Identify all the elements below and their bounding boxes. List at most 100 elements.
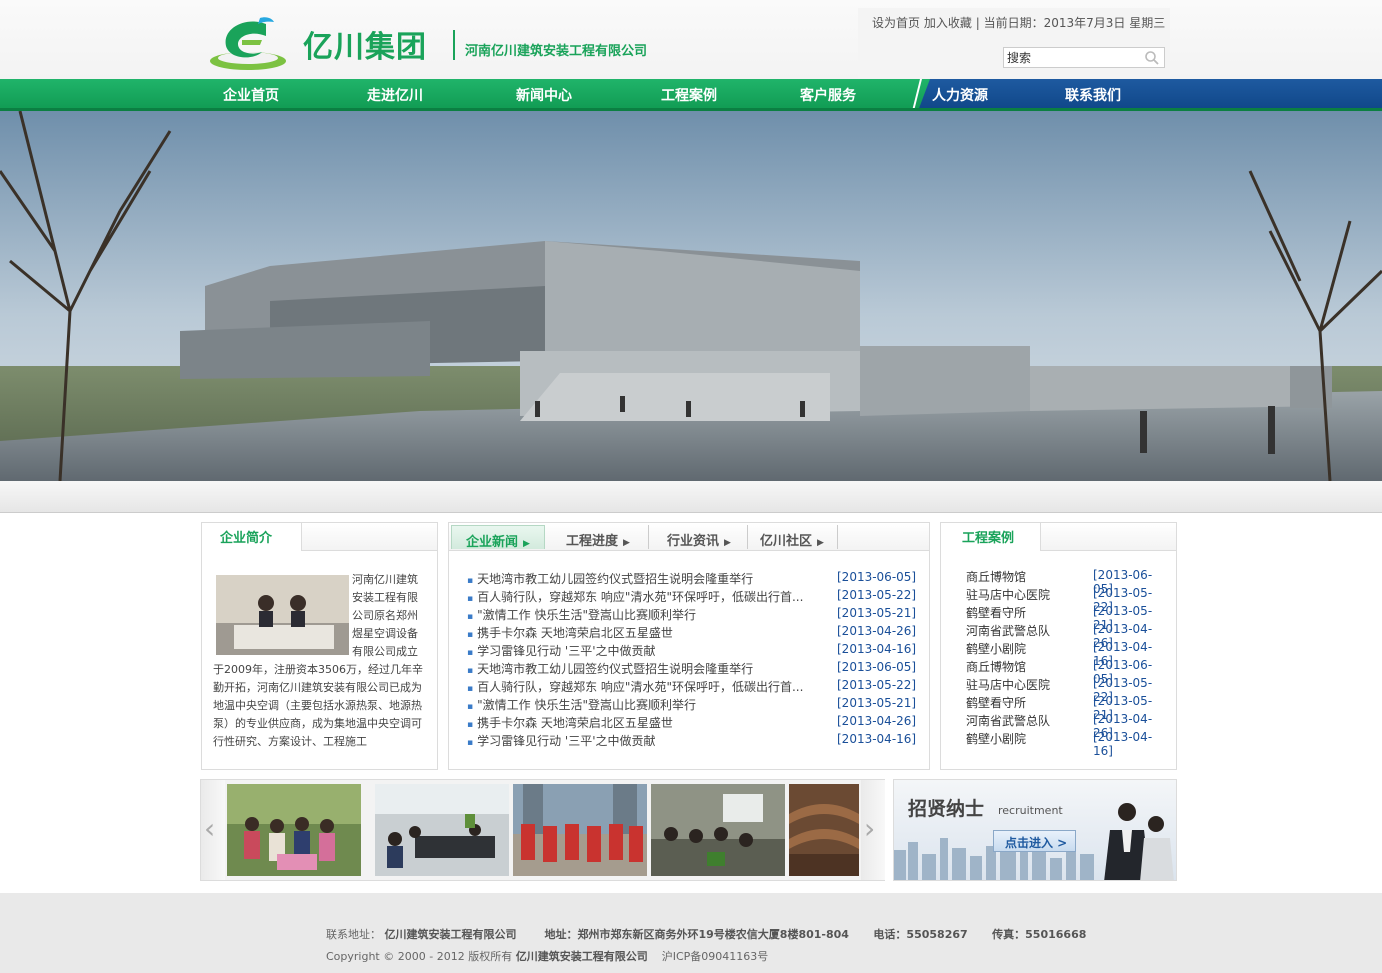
case-row: 鹤壁小剧院 [2013-04-16]: [966, 639, 1166, 668]
nav-item-about[interactable]: 走进亿川: [367, 85, 423, 105]
nav-item-news[interactable]: 新闻中心: [516, 85, 572, 105]
case-row: 商丘博物馆 [2013-06-05]: [966, 657, 1166, 686]
logo-mark-icon: [210, 17, 286, 70]
news-date: [2013-05-22]: [837, 588, 917, 602]
tab-industry-info[interactable]: 行业资讯 ▶: [649, 525, 748, 549]
news-row: 学习雷锋见行动 '三平'之中做贡献 [2013-04-16]: [467, 641, 927, 659]
recruitment-title: 招贤纳士: [908, 798, 985, 820]
news-row: 携手卡尔森 天地湾荣启北区五星盛世 [2013-04-26]: [467, 623, 927, 641]
news-row: 携手卡尔森 天地湾荣启北区五星盛世 [2013-04-26]: [467, 713, 927, 731]
about-panel-head: 企业简介: [202, 523, 437, 551]
recruitment-enter-button[interactable]: 点击进入 >: [993, 830, 1076, 852]
footer-phone: 电话：55058267: [873, 928, 968, 941]
tab-project-progress[interactable]: 工程进度 ▶: [548, 525, 649, 549]
news-title[interactable]: 携手卡尔森 天地湾荣启北区五星盛世: [467, 714, 812, 731]
case-name[interactable]: 鹤壁小剧院: [966, 640, 1026, 657]
case-name[interactable]: 鹤壁看守所: [966, 694, 1026, 711]
news-row: 天地湾市教工幼儿园签约仪式暨招生说明会隆重举行 [2013-06-05]: [467, 569, 927, 587]
gallery-photo-1[interactable]: [227, 784, 361, 876]
news-date: [2013-06-05]: [837, 660, 917, 674]
tab-arrow-icon: ▶: [724, 538, 731, 548]
news-date: [2013-04-26]: [837, 714, 917, 728]
gallery-prev-button[interactable]: ‹: [201, 780, 225, 880]
footer-copyright-line: Copyright © 2000 - 2012 版权所有 亿川建筑安装工程有限公…: [326, 948, 768, 964]
case-list: 商丘博物馆 [2013-06-05] 驻马店中心医院 [2013-05-22] 鹤壁…: [966, 567, 1166, 758]
footer-contact-line: 联系地址： 亿川建筑安装工程有限公司 地址：郑州市郑东新区商务外环19号楼农信大…: [326, 926, 1086, 942]
add-favorite-link[interactable]: 加入收藏: [924, 16, 972, 30]
tab-arrow-icon: ▶: [623, 538, 630, 548]
news-title[interactable]: 百人骑行队，穿越郑东 响应"清水苑"环保呼吁，低碳出行首...: [467, 678, 812, 695]
case-name[interactable]: 驻马店中心医院: [966, 586, 1050, 603]
case-name[interactable]: 鹤壁看守所: [966, 604, 1026, 621]
news-title[interactable]: 学习雷锋见行动 '三平'之中做贡献: [467, 732, 812, 749]
footer-address-label: 联系地址：: [326, 928, 381, 941]
logo-subtitle: 河南亿川建筑安装工程有限公司: [465, 44, 648, 59]
news-row: "激情工作 快乐生活"登嵩山比赛顺利举行 [2013-05-21]: [467, 695, 927, 713]
gallery-photo-3[interactable]: [513, 784, 647, 876]
gallery-next-button[interactable]: ›: [861, 780, 885, 880]
case-date: [2013-04-16]: [1093, 730, 1153, 758]
case-row: 驻马店中心医院 [2013-05-22]: [966, 675, 1166, 704]
news-date: [2013-05-21]: [837, 696, 917, 710]
set-home-link[interactable]: 设为首页: [872, 16, 920, 30]
case-name[interactable]: 商丘博物馆: [966, 568, 1026, 585]
cases-panel-head: 工程案例: [941, 523, 1176, 551]
nav-item-cases[interactable]: 工程案例: [661, 85, 717, 105]
banner-image: [0, 111, 1382, 481]
footer: 联系地址： 亿川建筑安装工程有限公司 地址：郑州市郑东新区商务外环19号楼农信大…: [0, 893, 1382, 973]
news-title[interactable]: 学习雷锋见行动 '三平'之中做贡献: [467, 642, 812, 659]
case-row: 驻马店中心医院 [2013-05-22]: [966, 585, 1166, 614]
tab-community[interactable]: 亿川社区 ▶: [748, 525, 838, 549]
news-row: 百人骑行队，穿越郑东 响应"清水苑"环保呼吁，低碳出行首... [2013-05-…: [467, 587, 927, 605]
search-icon[interactable]: [1144, 50, 1160, 66]
logo[interactable]: 亿川集团 河南亿川建筑安装工程有限公司: [208, 14, 688, 72]
case-row: 鹤壁看守所 [2013-05-21]: [966, 693, 1166, 722]
gallery-photo-4[interactable]: [651, 784, 785, 876]
news-title[interactable]: 天地湾市教工幼儿园签约仪式暨招生说明会隆重举行: [467, 660, 812, 677]
news-panel: 企业新闻 ▶ 工程进度 ▶ 行业资讯 ▶ 亿川社区 ▶ 天地湾市教工幼儿园签约仪式暨招生…: [448, 522, 930, 770]
case-row: 河南省武警总队 [2013-04-26]: [966, 711, 1166, 740]
training-photo: [651, 784, 785, 876]
about-title[interactable]: 企业简介: [220, 527, 272, 546]
cases-title[interactable]: 工程案例: [962, 527, 1014, 546]
group-photo: [227, 784, 361, 876]
current-date: 当前日期：2013年7月3日: [983, 16, 1126, 30]
tab-community-label: 亿川社区: [760, 534, 813, 549]
nav-item-hr[interactable]: 人力资源: [932, 85, 988, 105]
news-date: [2013-05-22]: [837, 678, 917, 692]
case-name[interactable]: 河南省武警总队: [966, 712, 1050, 729]
case-name[interactable]: 河南省武警总队: [966, 622, 1050, 639]
case-row: 鹤壁看守所 [2013-05-21]: [966, 603, 1166, 632]
news-title[interactable]: 天地湾市教工幼儿园签约仪式暨招生说明会隆重举行: [467, 570, 812, 587]
gallery-photo-5[interactable]: [789, 784, 859, 876]
hero-banner: [0, 111, 1382, 481]
search-input[interactable]: [1007, 49, 1143, 66]
news-date: [2013-05-21]: [837, 606, 917, 620]
case-row: 商丘博物馆 [2013-06-05]: [966, 567, 1166, 596]
news-panel-head: 企业新闻 ▶ 工程进度 ▶ 行业资讯 ▶ 亿川社区 ▶: [449, 523, 929, 551]
news-row: 学习雷锋见行动 '三平'之中做贡献 [2013-04-16]: [467, 731, 927, 749]
nav-item-home[interactable]: 企业首页: [223, 85, 279, 105]
nav-item-service[interactable]: 客户服务: [800, 85, 856, 105]
case-name[interactable]: 商丘博物馆: [966, 658, 1026, 675]
news-title[interactable]: "激情工作 快乐生活"登嵩山比赛顺利举行: [467, 606, 812, 623]
recruitment-banner[interactable]: 招贤纳士 recruitment 点击进入 >: [893, 779, 1177, 881]
news-title[interactable]: "激情工作 快乐生活"登嵩山比赛顺利举行: [467, 696, 812, 713]
about-title-tab: 企业简介: [202, 523, 302, 551]
tab-arrow-icon: ▶: [817, 538, 824, 548]
news-date: [2013-04-16]: [837, 642, 917, 656]
auditorium-photo: [789, 784, 859, 876]
case-name[interactable]: 鹤壁小剧院: [966, 730, 1026, 747]
news-title[interactable]: 百人骑行队，穿越郑东 响应"清水苑"环保呼吁，低碳出行首...: [467, 588, 812, 605]
nav-item-contact[interactable]: 联系我们: [1065, 85, 1121, 105]
case-name[interactable]: 驻马店中心医院: [966, 676, 1050, 693]
gallery-photo-2[interactable]: [375, 784, 509, 876]
news-title[interactable]: 携手卡尔森 天地湾荣启北区五星盛世: [467, 624, 812, 641]
meeting-photo: [375, 784, 509, 876]
banner-shadow: [0, 481, 1382, 513]
logo-divider: [453, 30, 455, 60]
tab-company-news[interactable]: 企业新闻 ▶: [451, 525, 545, 550]
tab-company-news-label: 企业新闻: [466, 535, 519, 550]
footer-icp[interactable]: 沪ICP备09041163号: [662, 950, 769, 963]
footer-company: 亿川建筑安装工程有限公司: [384, 928, 517, 941]
